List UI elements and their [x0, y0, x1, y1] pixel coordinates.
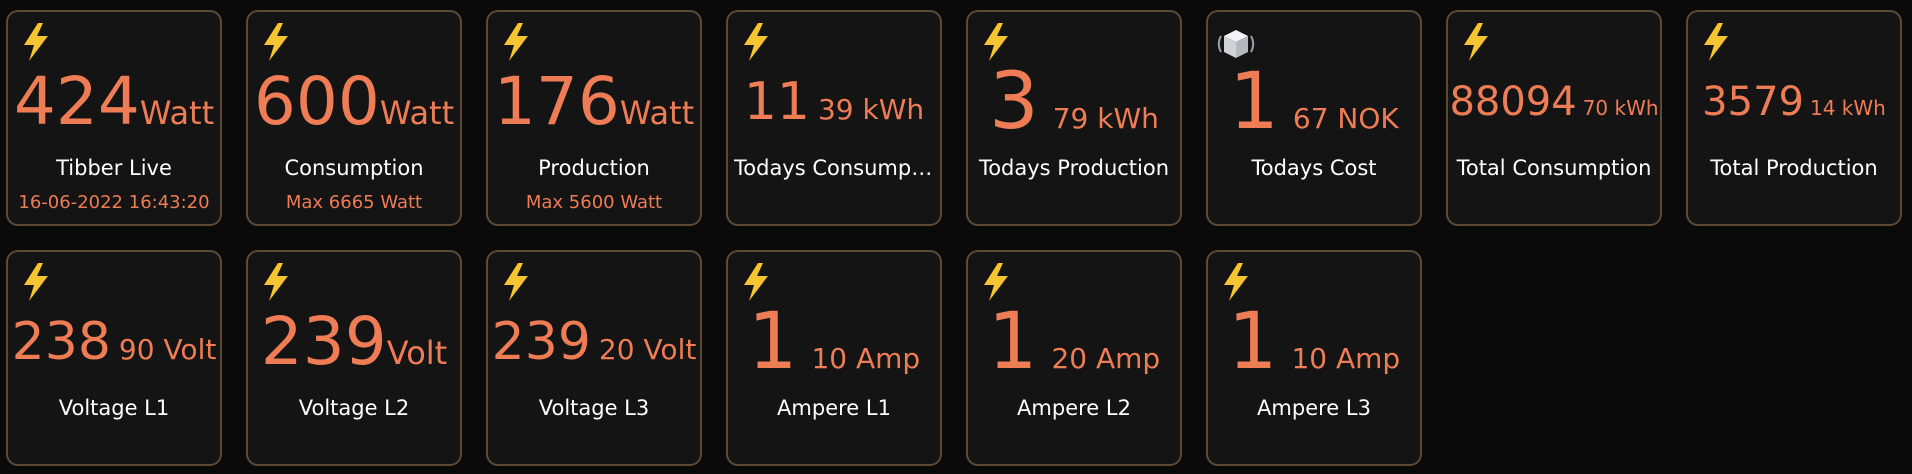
value-unit: 20 Amp — [1051, 342, 1161, 375]
value-main: 424 — [13, 63, 140, 140]
tile-todays-consumption[interactable]: 11 39 kWh Todays Consumption — [726, 10, 942, 226]
tile-voltage-l3[interactable]: 239 20 Volt Voltage L3 — [486, 250, 702, 466]
tile-label: Consumption — [284, 156, 424, 180]
value-main: 176 — [493, 63, 620, 140]
value-unit: Volt — [386, 334, 448, 372]
dashboard-grid: 424 Watt Tibber Live 16-06-2022 16:43:20 … — [0, 0, 1912, 474]
value-unit: 79 kWh — [1052, 102, 1159, 135]
tile-value: 3 79 kWh — [968, 52, 1180, 152]
tile-label: Ampere L1 — [777, 396, 891, 420]
tile-label: Tibber Live — [56, 156, 172, 180]
tile-value: 1 20 Amp — [968, 292, 1180, 392]
tile-ampere-l1[interactable]: 1 10 Amp Ampere L1 — [726, 250, 942, 466]
tile-sublabel: Max 5600 Watt — [525, 192, 663, 213]
tile-value: 239 20 Volt — [488, 292, 700, 392]
value-unit: Watt — [619, 94, 695, 132]
tile-value: 424 Watt — [8, 52, 220, 152]
tile-value: 1 67 NOK — [1208, 52, 1420, 152]
value-main: 239 — [491, 312, 591, 372]
tile-total-consumption[interactable]: 88094 70 kWh Total Consumption — [1446, 10, 1662, 226]
tile-value: 239 Volt — [248, 292, 460, 392]
value-unit: 90 Volt — [118, 333, 217, 366]
tile-value: 3579 14 kWh — [1688, 52, 1900, 152]
value-main: 1 — [1229, 57, 1279, 147]
tile-label: Voltage L1 — [58, 396, 170, 420]
value-main: 3579 — [1702, 79, 1804, 125]
tile-todays-production[interactable]: 3 79 kWh Todays Production — [966, 10, 1182, 226]
tile-voltage-l2[interactable]: 239 Volt Voltage L2 — [246, 250, 462, 466]
tile-label: Ampere L3 — [1257, 396, 1371, 420]
value-unit: 70 kWh — [1582, 96, 1659, 120]
tile-label: Voltage L2 — [298, 396, 410, 420]
value-unit: 14 kWh — [1809, 96, 1886, 120]
tile-label: Total Production — [1710, 156, 1878, 180]
tile-tibber-live[interactable]: 424 Watt Tibber Live 16-06-2022 16:43:20 — [6, 10, 222, 226]
tile-value: 88094 70 kWh — [1448, 52, 1660, 152]
tile-total-production[interactable]: 3579 14 kWh Total Production — [1686, 10, 1902, 226]
tile-label: Todays Consumption — [734, 156, 934, 180]
tile-label: Total Consumption — [1456, 156, 1652, 180]
tile-consumption[interactable]: 600 Watt Consumption Max 6665 Watt — [246, 10, 462, 226]
tile-production[interactable]: 176 Watt Production Max 5600 Watt — [486, 10, 702, 226]
value-unit: 39 kWh — [817, 93, 925, 126]
tile-ampere-l2[interactable]: 1 20 Amp Ampere L2 — [966, 250, 1182, 466]
value-main: 88094 — [1449, 79, 1577, 125]
tile-label: Ampere L2 — [1017, 396, 1131, 420]
tile-sublabel: Max 6665 Watt — [285, 192, 423, 213]
value-unit: 20 Volt — [598, 333, 697, 366]
tile-value: 11 39 kWh — [728, 52, 940, 152]
tile-voltage-l1[interactable]: 238 90 Volt Voltage L1 — [6, 250, 222, 466]
value-main: 600 — [253, 63, 380, 140]
value-unit: 10 Amp — [811, 342, 921, 375]
value-main: 1 — [1227, 297, 1278, 387]
tile-value: 176 Watt — [488, 52, 700, 152]
tile-value: 600 Watt — [248, 52, 460, 152]
value-main: 239 — [260, 303, 387, 380]
value-main: 3 — [989, 57, 1039, 147]
tile-label: Voltage L3 — [538, 396, 650, 420]
tile-value: 238 90 Volt — [8, 292, 220, 392]
value-main: 238 — [11, 312, 111, 372]
tile-label: Todays Production — [978, 156, 1170, 180]
value-unit: Watt — [139, 94, 215, 132]
tile-ampere-l3[interactable]: 1 10 Amp Ampere L3 — [1206, 250, 1422, 466]
tile-value: 1 10 Amp — [728, 292, 940, 392]
tile-value: 1 10 Amp — [1208, 292, 1420, 392]
value-main: 1 — [747, 297, 798, 387]
tile-label: Production — [538, 156, 650, 180]
value-unit: Watt — [379, 94, 455, 132]
tile-todays-cost[interactable]: 1 67 NOK Todays Cost — [1206, 10, 1422, 226]
value-unit: 67 NOK — [1292, 102, 1399, 135]
value-main: 11 — [743, 72, 810, 132]
value-unit: 10 Amp — [1291, 342, 1401, 375]
tile-label: Todays Cost — [1251, 156, 1377, 180]
tile-sublabel: 16-06-2022 16:43:20 — [18, 192, 210, 213]
value-main: 1 — [987, 297, 1038, 387]
